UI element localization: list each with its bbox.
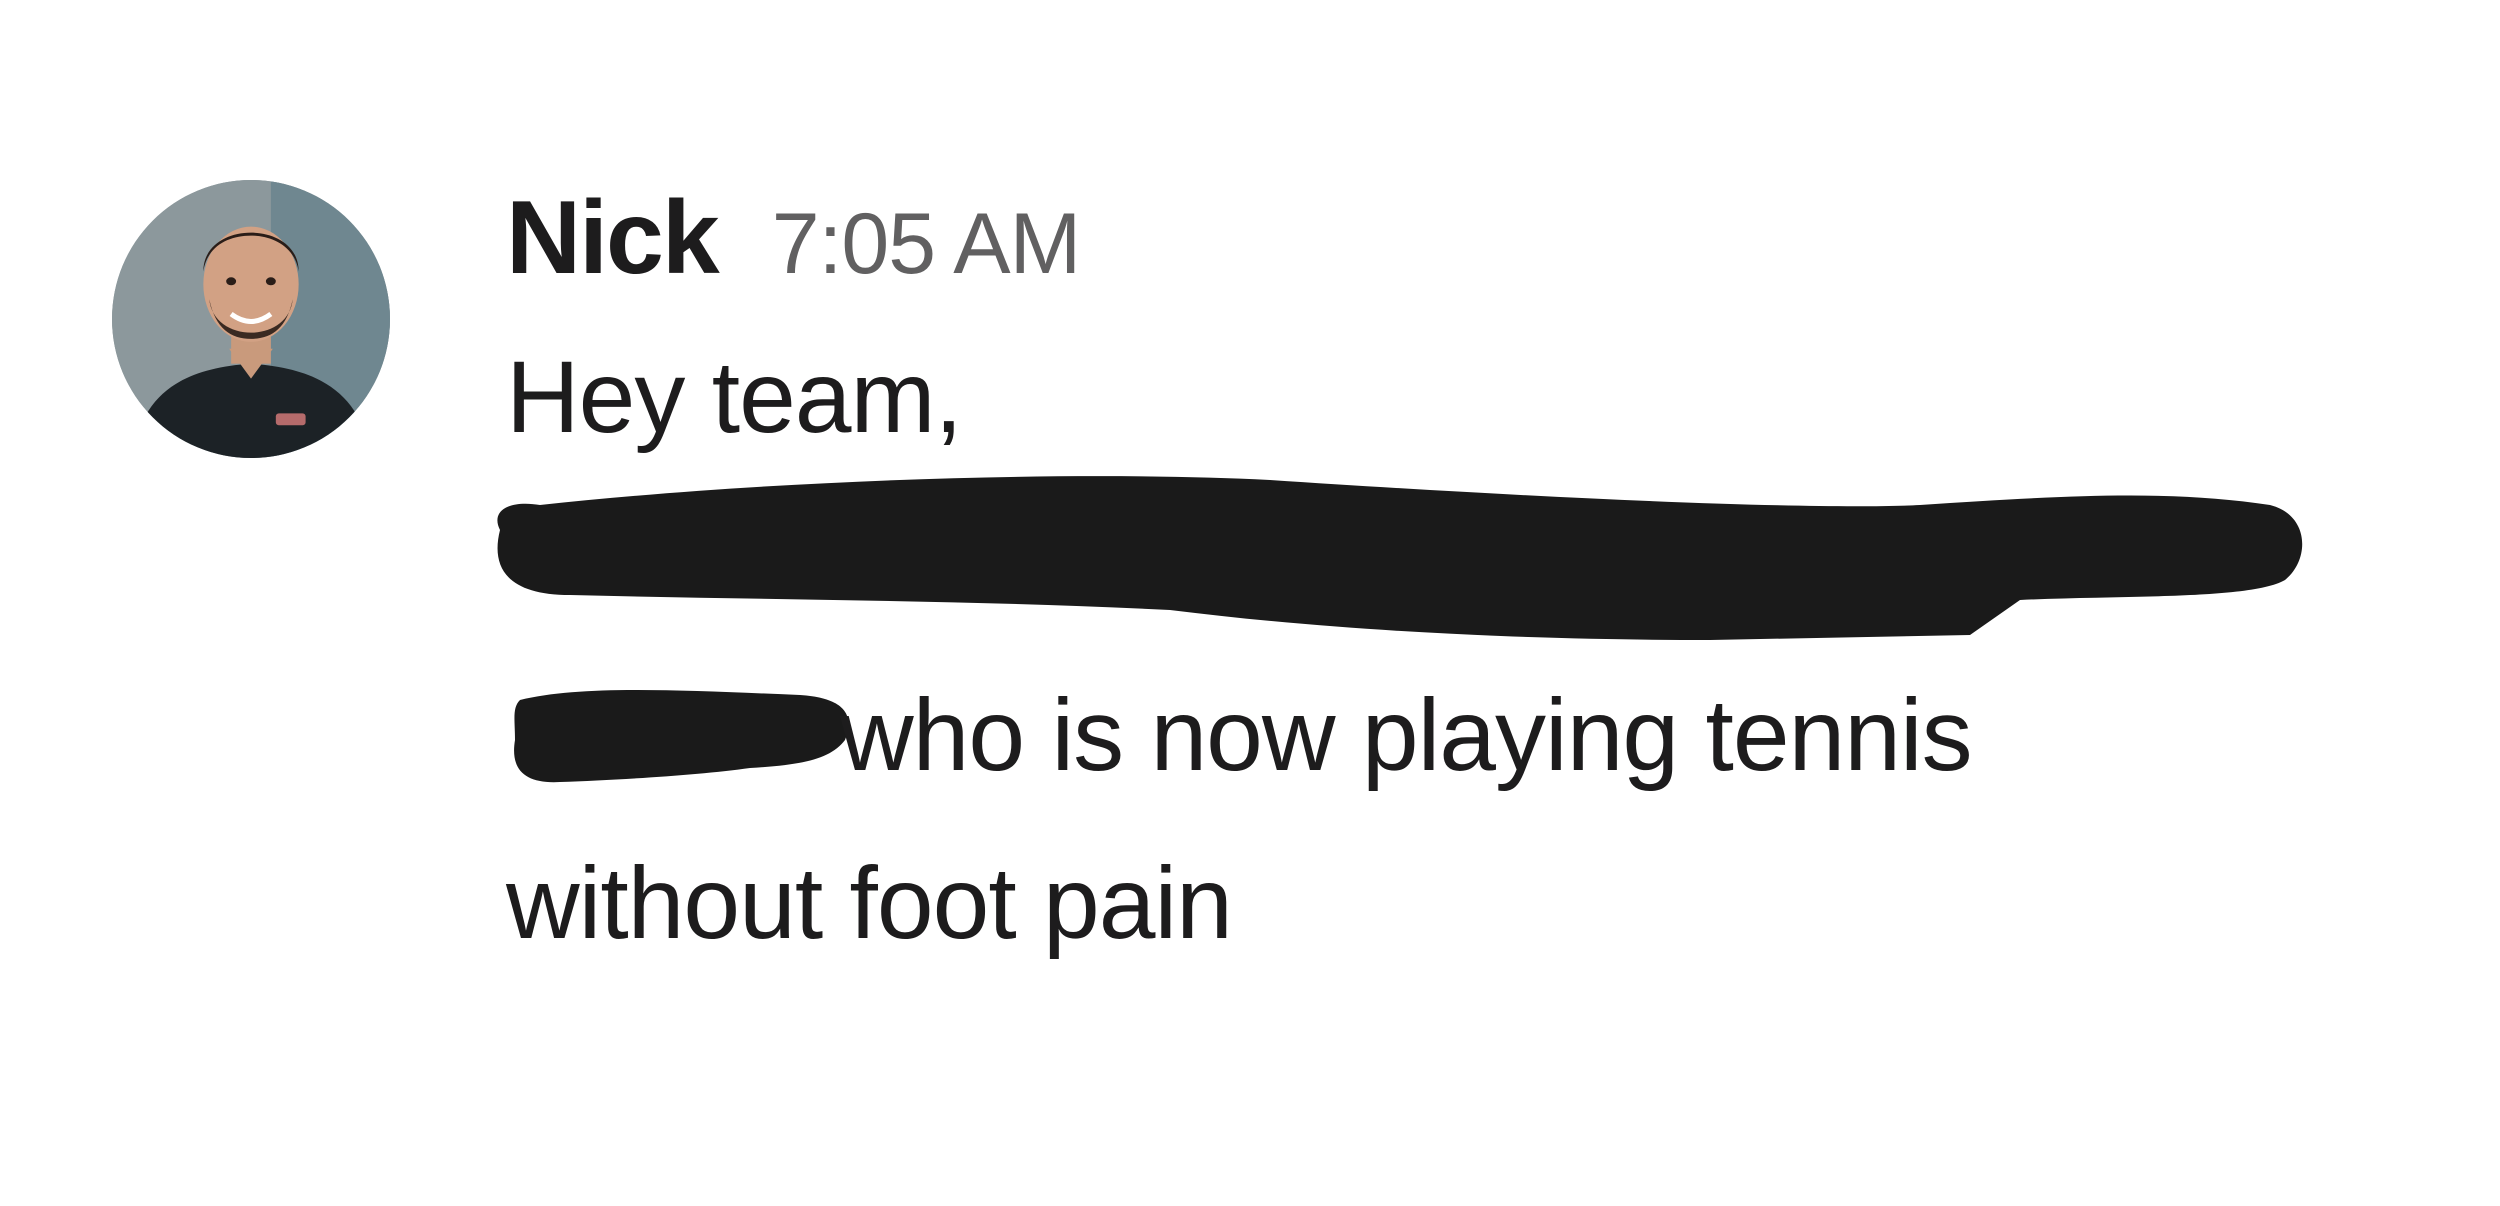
message-timestamp[interactable]: 7:05 AM bbox=[772, 184, 1082, 304]
avatar-photo-icon bbox=[112, 180, 390, 458]
chat-message: Nick 7:05 AM Hey team, who is now playin… bbox=[0, 0, 2500, 1206]
message-line: Hey team, bbox=[506, 340, 963, 454]
message-line: without foot pain bbox=[506, 846, 1233, 960]
message-header: Nick 7:05 AM bbox=[506, 178, 1081, 298]
redaction-mark bbox=[500, 680, 860, 800]
message-line: who is now playing tennis bbox=[840, 678, 1973, 792]
sender-name[interactable]: Nick bbox=[506, 178, 720, 298]
user-avatar[interactable] bbox=[112, 180, 390, 458]
redaction-mark bbox=[470, 460, 2310, 680]
